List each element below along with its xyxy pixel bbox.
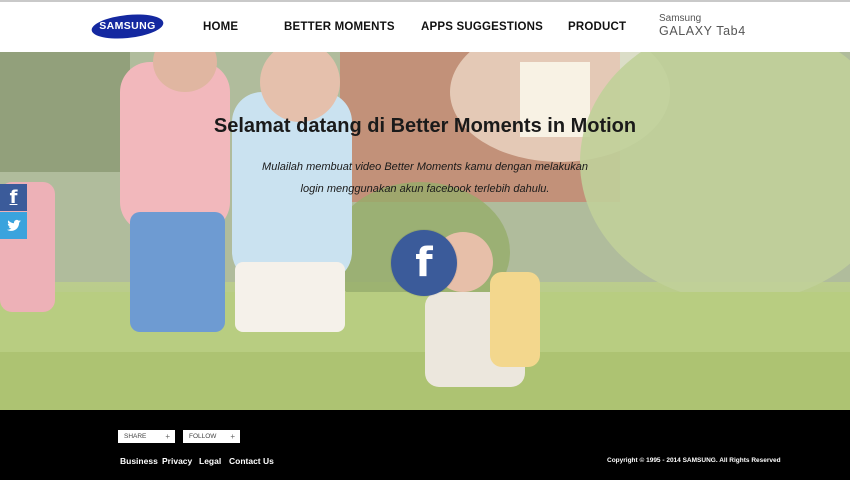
- footer-link-privacy[interactable]: Privacy: [162, 456, 192, 466]
- twitter-share-icon[interactable]: [0, 212, 27, 239]
- nav-home[interactable]: HOME: [203, 21, 238, 33]
- samsung-logo[interactable]: SAMSUNG: [91, 13, 164, 40]
- follow-label: FOLLOW: [189, 433, 217, 440]
- nav-better-moments[interactable]: BETTER MOMENTS: [284, 21, 395, 33]
- hero-banner: Selamat datang di Better Moments in Moti…: [0, 52, 850, 410]
- plus-icon: +: [165, 432, 170, 441]
- facebook-login-button[interactable]: f: [391, 230, 457, 296]
- follow-button[interactable]: FOLLOW +: [183, 430, 240, 443]
- footer-link-legal[interactable]: Legal: [199, 456, 221, 466]
- hero-description: Mulailah membuat video Better Moments ka…: [262, 161, 588, 195]
- site-header: SAMSUNG HOME BETTER MOMENTS APPS SUGGEST…: [0, 2, 850, 52]
- hero-title: Selamat datang di Better Moments in Moti…: [213, 115, 637, 137]
- copyright-text: Copyright © 1995 - 2014 SAMSUNG. All Rig…: [607, 457, 781, 464]
- footer-link-business[interactable]: Business: [120, 456, 158, 466]
- facebook-icon: f: [415, 240, 433, 286]
- nav-product[interactable]: PRODUCT: [568, 21, 626, 33]
- share-label: SHARE: [124, 433, 147, 440]
- site-footer: SHARE + FOLLOW + Business Privacy Legal …: [0, 410, 850, 480]
- nav-apps-suggestions[interactable]: APPS SUGGESTIONS: [421, 21, 543, 33]
- share-button[interactable]: SHARE +: [118, 430, 175, 443]
- samsung-logo-text: SAMSUNG: [99, 20, 156, 32]
- plus-icon: +: [230, 432, 235, 441]
- galaxy-tab4-logo[interactable]: Samsung GALAXY Tab4: [659, 13, 769, 43]
- footer-link-contact-us[interactable]: Contact Us: [229, 456, 274, 466]
- galaxy-brand-line1: Samsung: [659, 13, 702, 24]
- facebook-share-icon[interactable]: f: [0, 184, 27, 211]
- galaxy-brand-line2: GALAXY Tab4: [659, 24, 746, 38]
- social-sidebar: f: [0, 184, 27, 240]
